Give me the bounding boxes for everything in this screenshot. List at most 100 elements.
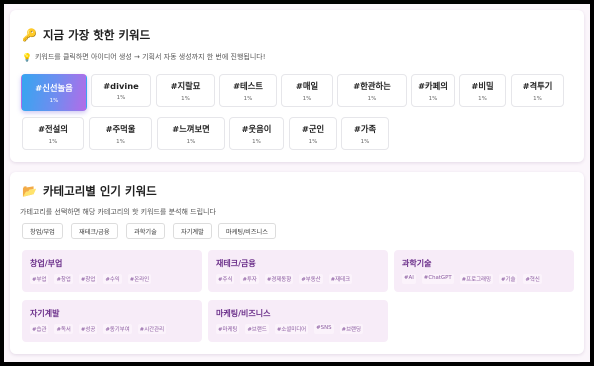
keyword-tag[interactable]: #독서 bbox=[54, 324, 73, 334]
keyword-tag[interactable]: #시간관리 bbox=[137, 324, 167, 334]
keyword-chip[interactable]: #divine 1% bbox=[91, 74, 151, 107]
category-name: 마케팅/비즈니스 bbox=[216, 309, 271, 318]
keyword-tag[interactable]: #동기부여 bbox=[103, 324, 132, 334]
filter-chip[interactable]: 마케팅/비즈니스 bbox=[218, 223, 276, 239]
keyword-pct: 1% bbox=[252, 138, 261, 145]
keyword-pct: 1% bbox=[186, 138, 196, 145]
keyword-tag[interactable]: #수익 bbox=[103, 274, 122, 284]
keyword-word: #군인 bbox=[301, 123, 325, 134]
category-title: 📂 카테고리별 인기 키워드 bbox=[22, 183, 157, 199]
keyword-chip[interactable]: #느껴보면 1% bbox=[157, 117, 225, 150]
keyword-pct: 1% bbox=[360, 138, 370, 145]
keyword-tag[interactable]: #창업 bbox=[78, 274, 98, 284]
category-title-text: 카테고리별 인기 키워드 bbox=[42, 184, 157, 198]
category-name: 자기계발 bbox=[30, 309, 60, 318]
keyword-tag[interactable]: #부업 bbox=[30, 274, 49, 284]
keyword-tag[interactable]: #습관 bbox=[30, 324, 49, 334]
keyword-chip[interactable]: #한관하는 1% bbox=[337, 74, 407, 107]
keyword-tag[interactable]: #혁신 bbox=[523, 274, 542, 284]
keyword-tag[interactable]: #투자 bbox=[240, 274, 259, 284]
keyword-tag[interactable]: #재테크 bbox=[328, 274, 353, 284]
tag-list: #AI #ChatGPT #프로그래밍 #기술 #혁신 bbox=[402, 274, 542, 284]
category-card-marketing[interactable]: 마케팅/비즈니스 #마케팅 #브랜드 #소셜미디어 #SNS #브랜딩 bbox=[208, 300, 388, 342]
keyword-tag[interactable]: #브랜드 bbox=[245, 324, 269, 334]
category-card-selfdev[interactable]: 자기계발 #습관 #독서 #성공 #동기부여 #시간관리 bbox=[22, 300, 202, 342]
keyword-word: #웃음이 bbox=[241, 123, 272, 134]
keyword-pct: 1% bbox=[367, 95, 377, 102]
keyword-tag[interactable]: #기술 bbox=[498, 274, 518, 284]
category-name: 창업/부업 bbox=[30, 259, 63, 268]
filter-chip[interactable]: 자기계발 bbox=[173, 223, 212, 239]
keyword-chip[interactable]: #신선놀음 1% bbox=[21, 74, 87, 111]
keyword-word: #격투기 bbox=[522, 80, 553, 91]
category-card-finance[interactable]: 재테크/금융 #주식 #투자 #경제동향 #부동산 #재테크 bbox=[208, 250, 388, 292]
keyword-word: #매일 bbox=[295, 80, 319, 91]
keyword-word: #전설의 bbox=[38, 123, 68, 134]
keyword-pct: 1% bbox=[48, 138, 58, 145]
keyword-chip[interactable]: #격투기 1% bbox=[511, 74, 564, 107]
keyword-word: #신선놀음 bbox=[35, 82, 73, 93]
trending-title: 🔑 지금 가장 핫한 키워드 bbox=[22, 27, 150, 43]
tag-list: #부업 #창업 #창업 #수익 #온라인 bbox=[30, 274, 152, 284]
category-subtitle: 가테고리를 선택하면 해당 카테고리의 핫 키워드를 분석해 드립니다 bbox=[20, 207, 216, 217]
keyword-tag[interactable]: #SNS bbox=[314, 324, 334, 334]
filter-chip[interactable]: 창업/부업 bbox=[22, 223, 63, 239]
keyword-chip[interactable]: #웃음이 1% bbox=[229, 117, 284, 150]
app-frame: 🔑 지금 가장 핫한 키워드 💡 키워드를 클릭하면 아이디어 생성 → 기획서… bbox=[4, 4, 590, 362]
category-card-startup[interactable]: 창업/부업 #부업 #창업 #창업 #수익 #온라인 bbox=[22, 250, 202, 292]
keyword-word: #divine bbox=[103, 80, 139, 91]
keyword-tag[interactable]: #부동산 bbox=[299, 274, 323, 284]
category-name: 과학기술 bbox=[402, 259, 432, 268]
folder-icon: 📂 bbox=[22, 184, 37, 198]
keyword-chip[interactable]: #카페의 1% bbox=[411, 74, 455, 107]
keyword-chip[interactable]: #군인 1% bbox=[289, 117, 337, 150]
keyword-word: #가족 bbox=[353, 123, 377, 134]
keyword-chip[interactable]: #주먹울 1% bbox=[89, 117, 152, 150]
keyword-chip[interactable]: #지랄묘 1% bbox=[156, 74, 215, 107]
keyword-tag[interactable]: #주식 bbox=[216, 274, 235, 284]
keyword-tag[interactable]: #성공 bbox=[78, 324, 98, 334]
keyword-tag[interactable]: #ChatGPT bbox=[421, 274, 454, 284]
keyword-chip[interactable]: #테스트 1% bbox=[219, 74, 277, 107]
filter-chip[interactable]: 재테크/금융 bbox=[71, 223, 118, 239]
filter-chip[interactable]: 과학기술 bbox=[126, 223, 165, 239]
keyword-pct: 1% bbox=[49, 97, 59, 104]
keyword-word: #느껴보면 bbox=[172, 123, 210, 134]
keyword-tag[interactable]: #마케팅 bbox=[216, 324, 240, 334]
keyword-tag[interactable]: #온라인 bbox=[127, 274, 152, 284]
keyword-word: #비밀 bbox=[471, 80, 494, 91]
trending-card: 🔑 지금 가장 핫한 키워드 💡 키워드를 클릭하면 아이디어 생성 → 기획서… bbox=[10, 10, 584, 162]
category-card: 📂 카테고리별 인기 키워드 가테고리를 선택하면 해당 카테고리의 핫 키워드… bbox=[10, 172, 584, 354]
keyword-word: #카페의 bbox=[418, 80, 448, 91]
trending-subtitle: 💡 키워드를 클릭하면 아이디어 생성 → 기획서 자동 생성까지 한 번에 진… bbox=[22, 52, 266, 62]
key-icon: 🔑 bbox=[22, 28, 37, 42]
tag-list: #주식 #투자 #경제동향 #부동산 #재테크 bbox=[216, 274, 353, 284]
keyword-pct: 1% bbox=[308, 138, 318, 145]
category-subtitle-text: 가테고리를 선택하면 해당 카테고리의 핫 키워드를 분석해 드립니다 bbox=[20, 208, 216, 216]
keyword-word: #테스트 bbox=[233, 80, 263, 91]
keyword-word: #한관하는 bbox=[353, 80, 391, 91]
keyword-pct: 1% bbox=[533, 95, 542, 102]
keyword-tag[interactable]: #브랜딩 bbox=[339, 324, 363, 334]
lightbulb-icon: 💡 bbox=[22, 52, 32, 62]
tag-list: #습관 #독서 #성공 #동기부여 #시간관리 bbox=[30, 324, 167, 334]
keyword-pct: 1% bbox=[478, 95, 487, 102]
keyword-chip[interactable]: #전설의 1% bbox=[22, 117, 84, 150]
keyword-tag[interactable]: #AI bbox=[402, 274, 416, 284]
keyword-tag[interactable]: #창업 bbox=[54, 274, 73, 284]
keyword-tag[interactable]: #경제동향 bbox=[264, 274, 294, 284]
keyword-pct: 1% bbox=[302, 95, 312, 102]
category-name: 재테크/금융 bbox=[216, 259, 256, 268]
keyword-pct: 1% bbox=[243, 95, 253, 102]
tag-list: #마케팅 #브랜드 #소셜미디어 #SNS #브랜딩 bbox=[216, 324, 363, 334]
keyword-pct: 1% bbox=[116, 138, 125, 145]
keyword-pct: 1% bbox=[428, 95, 438, 102]
keyword-chip[interactable]: #매일 1% bbox=[281, 74, 333, 107]
keyword-chip[interactable]: #가족 1% bbox=[341, 117, 389, 150]
keyword-chip[interactable]: #비밀 1% bbox=[459, 74, 506, 107]
keyword-tag[interactable]: #프로그래밍 bbox=[459, 274, 493, 284]
category-card-tech[interactable]: 과학기술 #AI #ChatGPT #프로그래밍 #기술 #혁신 bbox=[394, 250, 574, 292]
keyword-word: #주먹울 bbox=[105, 123, 136, 134]
keyword-pct: 1% bbox=[116, 94, 126, 101]
keyword-tag[interactable]: #소셜미디어 bbox=[274, 324, 309, 334]
